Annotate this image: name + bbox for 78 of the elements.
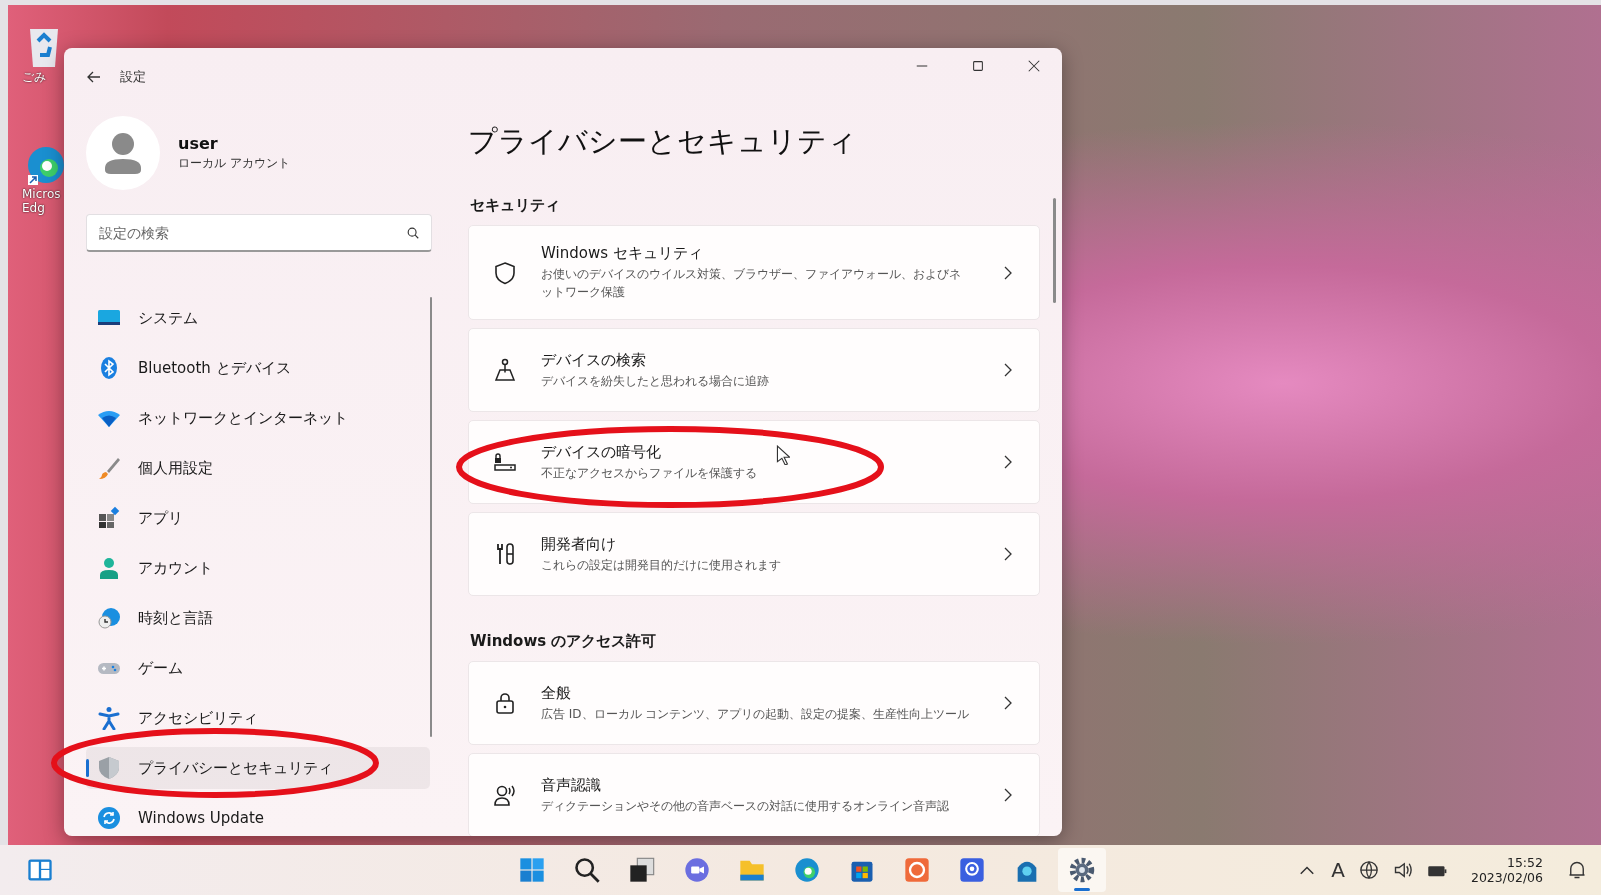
shield-icon: [97, 756, 121, 780]
chevron-right-icon: [1003, 546, 1013, 562]
card-description: お使いのデバイスのウイルス対策、ブラウザー、ファイアウォール、およびネットワーク保護: [541, 266, 962, 301]
person-icon: [97, 556, 121, 580]
card-title: 開発者向け: [541, 534, 616, 554]
start-icon: [518, 856, 546, 884]
settings-card[interactable]: デバイスの暗号化 不正なアクセスからファイルを保護する: [468, 420, 1040, 504]
card-description: 広告 ID、ローカル コンテンツ、アプリの起動、設定の提案、生産性向上ツール: [541, 705, 970, 723]
settings-icon: [1068, 856, 1096, 884]
nav-item[interactable]: プライバシーとセキュリティ: [86, 747, 430, 789]
settings-card[interactable]: 音声認識 ディクテーションやその他の音声ベースの対話に使用するオンライン音声認: [468, 753, 1040, 836]
nav-item[interactable]: ゲーム: [86, 647, 430, 689]
desktop-icon-label: Micros: [21, 187, 61, 201]
app-icon: [903, 856, 931, 884]
card-title: 全般: [541, 683, 571, 703]
settings-card[interactable]: 開発者向け これらの設定は開発目的だけに使用されます: [468, 512, 1040, 596]
chevron-right-icon: [1003, 695, 1013, 711]
taskbar-button[interactable]: [1058, 848, 1106, 892]
nav-item[interactable]: アカウント: [86, 547, 430, 589]
desktop-icon-label: Edg: [21, 201, 45, 215]
card-title: Windows セキュリティ: [541, 244, 703, 263]
card-title: デバイスの検索: [541, 350, 646, 370]
card-description: デバイスを紛失したと思われる場合に追跡: [541, 372, 769, 390]
nav-item[interactable]: 時刻と言語: [86, 597, 430, 639]
scrollbar[interactable]: [430, 297, 432, 737]
chat-icon: [683, 856, 711, 884]
drive-lock-icon: [493, 450, 517, 474]
nav-item[interactable]: ネットワークとインターネット: [86, 397, 430, 439]
chevron-right-icon: [1003, 264, 1013, 281]
nav-item[interactable]: アクセシビリティ: [86, 697, 430, 739]
back-arrow-icon[interactable]: [86, 69, 102, 85]
chevron-right-icon: [1003, 362, 1013, 378]
card-description: 不正なアクセスからファイルを保護する: [541, 464, 757, 482]
apps-icon: [97, 506, 121, 530]
mouse-cursor-icon: [776, 445, 790, 465]
nav-item[interactable]: Bluetooth とデバイス: [86, 347, 430, 389]
mail-icon: [958, 856, 986, 884]
sync-icon: [97, 806, 121, 830]
person-pin-icon: [493, 358, 517, 382]
search-icon: [573, 856, 601, 884]
lock-icon: [493, 691, 517, 715]
browser-icon: [793, 856, 821, 884]
chevron-right-icon: [1003, 454, 1013, 470]
ime-indicator[interactable]: A: [1331, 858, 1345, 882]
settings-card[interactable]: デバイスの検索 デバイスを紛失したと思われる場合に追跡: [468, 328, 1040, 412]
card-title: デバイスの暗号化: [541, 442, 661, 462]
clock-time[interactable]: 15:52: [1506, 855, 1543, 870]
search-icon[interactable]: [406, 226, 420, 240]
globe-icon[interactable]: [1358, 860, 1379, 880]
speech-icon: [493, 783, 517, 807]
settings-card[interactable]: 全般 広告 ID、ローカル コンテンツ、アプリの起動、設定の提案、生産性向上ツール: [468, 661, 1040, 745]
page-title: プライバシーとセキュリティ: [468, 123, 858, 160]
desktop-icon-label: ごみ: [21, 69, 46, 86]
clock-date[interactable]: 2023/02/06: [1470, 870, 1543, 885]
chevron-right-icon: [1003, 787, 1013, 803]
card-description: ディクテーションやその他の音声ベースの対話に使用するオンライン音声認: [541, 797, 949, 815]
window-title: 設定: [120, 68, 146, 86]
account-type: ローカル アカウント: [178, 155, 290, 172]
globe-clock-icon: [97, 606, 121, 630]
shield-icon: [493, 260, 517, 285]
nav-item[interactable]: 個人用設定: [86, 447, 430, 489]
nav-item[interactable]: システム: [86, 297, 430, 339]
accessibility-icon: [97, 706, 121, 730]
user-name: user: [178, 134, 219, 153]
search-field[interactable]: 設定の検索: [86, 214, 432, 252]
task-view-icon: [628, 856, 656, 884]
scrollbar[interactable]: [1053, 198, 1056, 303]
card-description: これらの設定は開発目的だけに使用されます: [541, 556, 781, 574]
nav-item[interactable]: アプリ: [86, 497, 430, 539]
section-heading: セキュリティ: [470, 196, 561, 215]
avatar-icon: [86, 116, 160, 190]
nav-item[interactable]: Windows Update: [86, 797, 430, 836]
notification-bell-icon[interactable]: [1567, 860, 1587, 880]
speaker-icon[interactable]: [1392, 860, 1413, 880]
card-title: 音声認識: [541, 775, 601, 795]
settings-card[interactable]: Windows セキュリティ お使いのデバイスのウイルス対策、ブラウザー、ファイアウォール、およびネットワーク保護: [468, 225, 1040, 320]
brush-icon: [97, 456, 121, 480]
section-heading: Windows のアクセス許可: [470, 632, 658, 651]
